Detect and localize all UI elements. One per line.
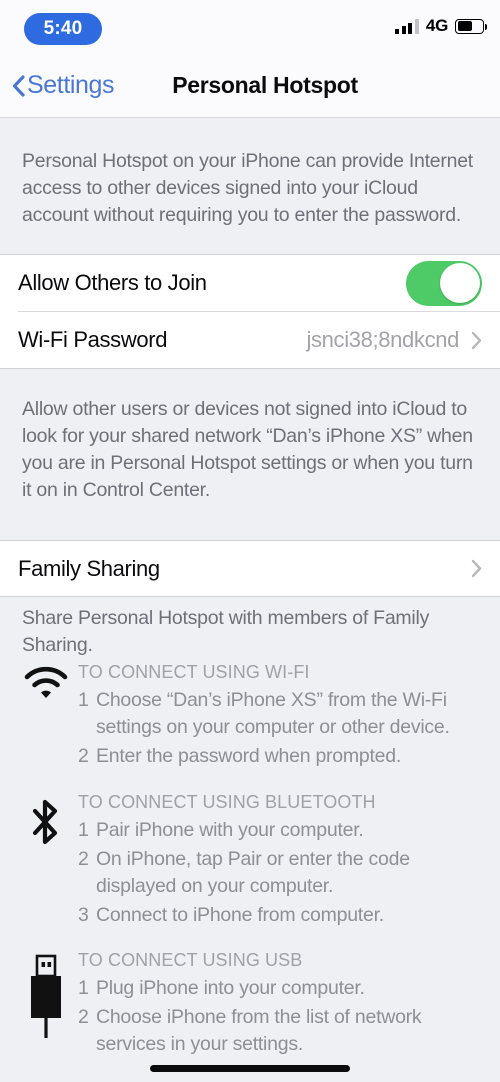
family-sharing-label: Family Sharing [18,555,160,581]
allow-others-caption: Allow other users or devices not signed … [22,398,473,501]
instructions-usb-body: TO CONNECT USING USB 1 Plug iPhone into … [74,950,484,1060]
instruction-step: 1 Pair iPhone with your computer. [78,817,484,844]
battery-icon [455,18,488,34]
instruction-step: 2 On iPhone, tap Pair or enter the code … [78,846,484,900]
instructions-wifi-heading: TO CONNECT USING WI-FI [78,662,310,682]
wifi-icon [18,662,74,772]
step-number: 3 [78,904,89,926]
cellular-signal-icon [395,18,419,34]
chevron-right-icon [471,559,482,578]
step-number: 2 [78,745,89,767]
instruction-step: 1 Choose “Dan’s iPhone XS” from the Wi-F… [78,687,484,741]
instruction-step: 2 Enter the password when prompted. [78,743,484,770]
wifi-password-value: jsnci38;8ndkcnd [306,327,459,352]
step-number: 1 [78,819,89,841]
family-sharing-row[interactable]: Family Sharing [0,541,500,596]
instruction-step: 2 Choose iPhone from the list of network… [78,1004,484,1058]
chevron-right-icon [471,331,482,350]
family-sharing-group: Family Sharing [0,540,500,597]
step-number: 2 [78,848,89,870]
step-number: 1 [78,977,89,999]
home-indicator[interactable] [150,1065,350,1072]
step-text: Enter the password when prompted. [96,745,402,767]
status-icons: 4G [395,16,488,36]
instructions-wifi: TO CONNECT USING WI-FI 1 Choose “Dan’s i… [0,662,500,772]
step-text: Connect to iPhone from computer. [96,904,384,926]
instructions-wifi-body: TO CONNECT USING WI-FI 1 Choose “Dan’s i… [74,662,484,772]
family-sharing-caption: Share Personal Hotspot with members of F… [22,607,430,656]
status-bar: 5:40 4G [0,0,500,58]
step-text: Pair iPhone with your computer. [96,819,364,841]
wifi-password-row[interactable]: Wi-Fi Password jsnci38;8ndkcnd [0,312,500,368]
instructions-usb: TO CONNECT USING USB 1 Plug iPhone into … [0,950,500,1060]
allow-others-to-join-label: Allow Others to Join [18,270,207,295]
bluetooth-icon [18,792,74,931]
step-number: 1 [78,689,89,711]
instructions-bluetooth-heading: TO CONNECT USING BLUETOOTH [78,792,376,812]
instructions-usb-heading: TO CONNECT USING USB [78,950,303,970]
status-time-pill[interactable]: 5:40 [24,13,102,45]
wifi-password-label: Wi-Fi Password [18,327,168,352]
navigation-bar: Settings Personal Hotspot [0,58,500,118]
step-text: Choose “Dan’s iPhone XS” from the Wi-Fi … [96,689,450,738]
instruction-step: 1 Plug iPhone into your computer. [78,975,484,1002]
intro-caption: Personal Hotspot on your iPhone can prov… [22,150,473,226]
network-type-label: 4G [425,16,448,35]
hotspot-settings-group: Allow Others to Join Wi-Fi Password jsnc… [0,254,500,369]
step-number: 2 [78,1006,89,1028]
instructions-bluetooth: TO CONNECT USING BLUETOOTH 1 Pair iPhone… [0,792,500,931]
page-title: Personal Hotspot [172,72,358,98]
instruction-step: 3 Connect to iPhone from computer. [78,902,484,929]
iphone-screen: 5:40 4G Settings Personal Hotspot Person… [0,0,500,1082]
usb-icon [18,950,74,1060]
allow-others-to-join-row[interactable]: Allow Others to Join [0,255,500,311]
step-text: On iPhone, tap Pair or enter the code di… [96,848,410,897]
step-text: Plug iPhone into your computer. [96,977,365,999]
instructions-bluetooth-body: TO CONNECT USING BLUETOOTH 1 Pair iPhone… [74,792,484,931]
step-text: Choose iPhone from the list of network s… [96,1006,422,1055]
toggle-knob [440,263,480,303]
allow-others-to-join-toggle[interactable] [406,260,482,306]
